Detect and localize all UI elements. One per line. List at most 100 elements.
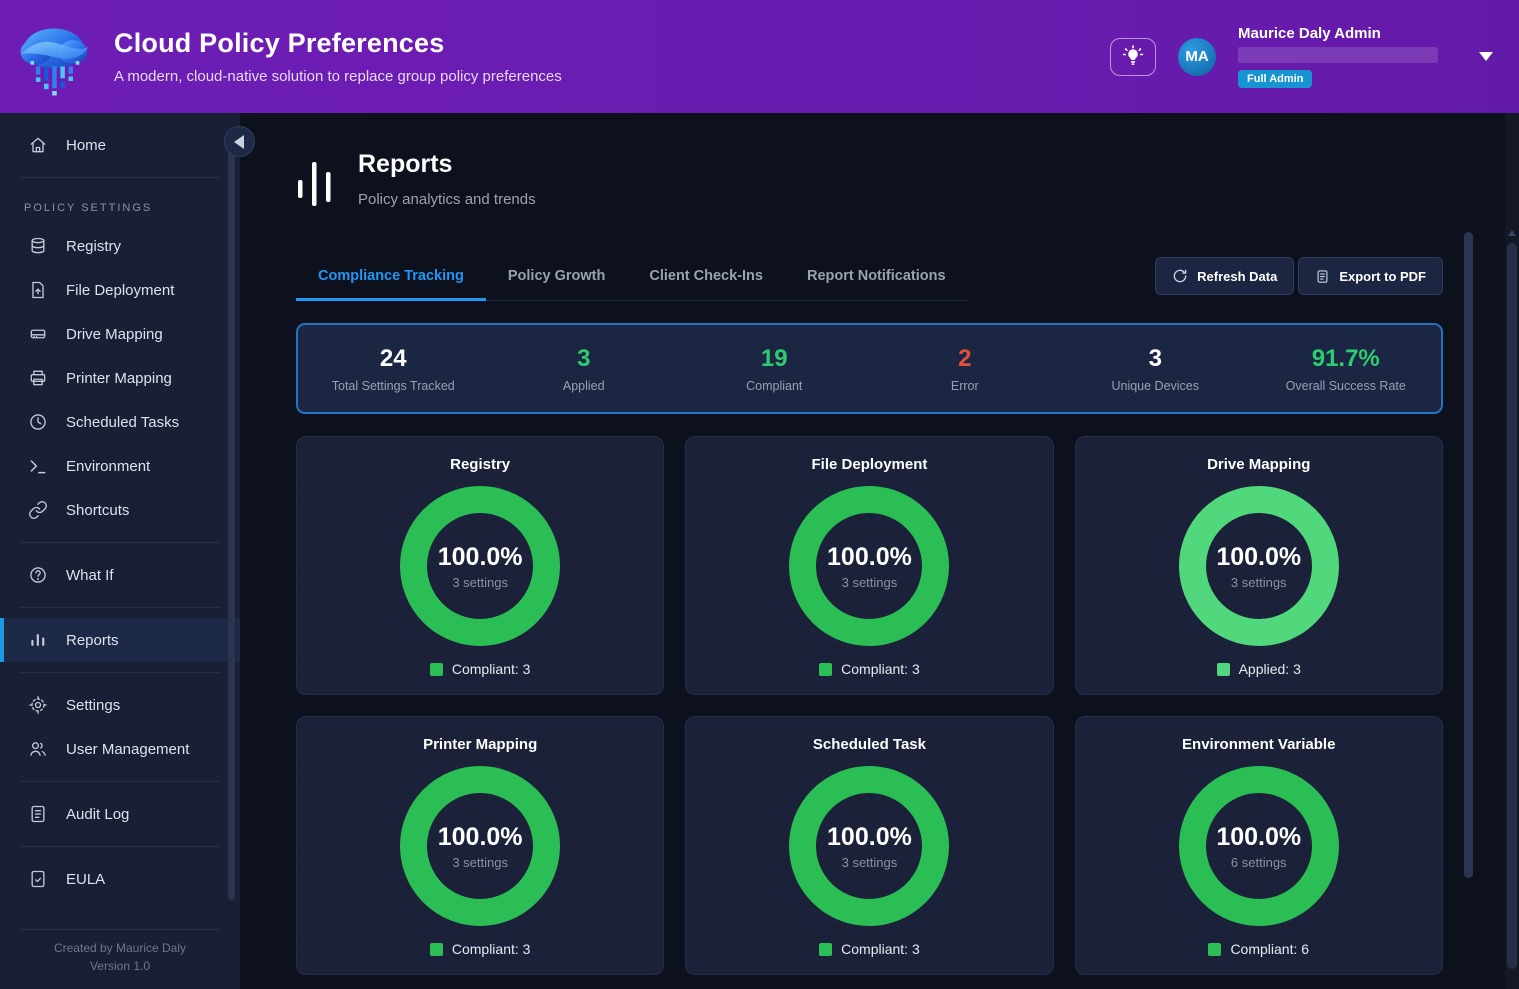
legend-swatch [430, 943, 443, 956]
sidebar-item-label: What If [66, 567, 114, 584]
card-title: Registry [450, 456, 510, 473]
tab-report-notifications[interactable]: Report Notifications [785, 258, 968, 301]
app-subtitle: A modern, cloud-native solution to repla… [114, 68, 562, 85]
divider [20, 607, 220, 608]
legend-label: Compliant: 3 [452, 661, 531, 677]
sidebar-item-scheduled-tasks[interactable]: Scheduled Tasks [0, 400, 240, 444]
sidebar-item-file-deployment[interactable]: File Deployment [0, 268, 240, 312]
sidebar-item-label: User Management [66, 741, 189, 758]
sidebar-scrollbar[interactable] [228, 152, 235, 900]
clock-icon [28, 412, 48, 432]
donut-percent: 100.0% [1216, 543, 1301, 572]
section-label-policy-settings: POLICY SETTINGS [0, 188, 240, 224]
legend-swatch [819, 663, 832, 676]
stat-total-settings: 24 Total Settings Tracked [298, 345, 489, 393]
page-header: Reports Policy analytics and trends [296, 150, 1443, 215]
sidebar: Home POLICY SETTINGS Registry File Deplo… [0, 113, 240, 989]
stat-label: Applied [489, 379, 680, 393]
legend-label: Compliant: 3 [452, 941, 531, 957]
stat-error: 2 Error [870, 345, 1061, 393]
card-scheduled-task: Scheduled Task 100.0% 3 settings Complia… [685, 716, 1053, 975]
compliance-cards-grid: Registry 100.0% 3 settings Compliant: 3 … [296, 436, 1443, 975]
sidebar-item-reports[interactable]: Reports [0, 618, 240, 662]
sidebar-item-label: Printer Mapping [66, 370, 172, 387]
main-content: Reports Policy analytics and trends Comp… [240, 113, 1505, 989]
avatar[interactable]: MA [1178, 38, 1216, 76]
sidebar-item-what-if[interactable]: What If [0, 553, 240, 597]
stat-label: Unique Devices [1060, 379, 1251, 393]
tab-compliance-tracking[interactable]: Compliance Tracking [296, 258, 486, 301]
card-legend: Applied: 3 [1217, 661, 1301, 677]
sidebar-item-label: Audit Log [66, 806, 129, 823]
sidebar-item-shortcuts[interactable]: Shortcuts [0, 488, 240, 532]
sidebar-item-settings[interactable]: Settings [0, 683, 240, 727]
refresh-icon [1172, 268, 1188, 284]
card-printer-mapping: Printer Mapping 100.0% 3 settings Compli… [296, 716, 664, 975]
stat-value: 24 [298, 345, 489, 373]
sidebar-item-label: File Deployment [66, 282, 174, 299]
refresh-data-button[interactable]: Refresh Data [1155, 257, 1294, 295]
stat-value: 91.7% [1251, 345, 1442, 373]
sidebar-item-drive-mapping[interactable]: Drive Mapping [0, 312, 240, 356]
stat-label: Error [870, 379, 1061, 393]
stat-value: 2 [870, 345, 1061, 373]
divider [20, 929, 220, 930]
user-info: Maurice Daly Admin Full Admin [1238, 25, 1453, 88]
card-file-deployment: File Deployment 100.0% 3 settings Compli… [685, 436, 1053, 695]
window-scrollbar-thumb[interactable] [1507, 243, 1517, 969]
donut-chart: 100.0% 3 settings [400, 766, 560, 926]
gear-icon [28, 695, 48, 715]
sidebar-item-environment[interactable]: Environment [0, 444, 240, 488]
theme-toggle-button[interactable] [1110, 38, 1156, 76]
donut-chart: 100.0% 3 settings [400, 486, 560, 646]
export-pdf-button[interactable]: Export to PDF [1298, 257, 1443, 295]
sidebar-item-label: Registry [66, 238, 121, 255]
donut-percent: 100.0% [1216, 823, 1301, 852]
sidebar-item-home[interactable]: Home [0, 123, 240, 167]
sidebar-item-label: Reports [66, 632, 119, 649]
window-scrollbar-track[interactable] [1505, 113, 1519, 989]
sidebar-item-printer-mapping[interactable]: Printer Mapping [0, 356, 240, 400]
divider [20, 177, 220, 178]
divider [20, 781, 220, 782]
donut-settings-count: 3 settings [452, 855, 508, 870]
sidebar-collapse-button[interactable] [224, 126, 255, 157]
card-title: File Deployment [812, 456, 928, 473]
stats-summary-bar: 24 Total Settings Tracked 3 Applied 19 C… [296, 323, 1443, 414]
user-menu-caret-icon[interactable] [1479, 52, 1493, 61]
card-title: Drive Mapping [1207, 456, 1310, 473]
donut-chart: 100.0% 3 settings [1179, 486, 1339, 646]
bar-chart-icon [28, 630, 48, 650]
export-button-label: Export to PDF [1339, 269, 1426, 284]
donut-settings-count: 6 settings [1231, 855, 1287, 870]
footer-credit: Created by Maurice Daly [0, 939, 240, 957]
lightbulb-icon [1121, 45, 1145, 69]
sidebar-item-registry[interactable]: Registry [0, 224, 240, 268]
content-scrollbar[interactable] [1464, 232, 1473, 878]
donut-settings-count: 3 settings [842, 575, 898, 590]
page-title: Reports [358, 150, 536, 179]
cloud-logo [8, 14, 100, 100]
sidebar-footer: Created by Maurice Daly Version 1.0 [0, 939, 240, 975]
sidebar-item-user-management[interactable]: User Management [0, 727, 240, 771]
sidebar-item-eula[interactable]: EULA [0, 857, 240, 901]
sidebar-item-audit-log[interactable]: Audit Log [0, 792, 240, 836]
donut-settings-count: 3 settings [452, 575, 508, 590]
file-upload-icon [28, 280, 48, 300]
tab-bar: Compliance Tracking Policy Growth Client… [296, 258, 968, 301]
stat-label: Overall Success Rate [1251, 379, 1442, 393]
stat-success-rate: 91.7% Overall Success Rate [1251, 345, 1442, 393]
legend-swatch [430, 663, 443, 676]
tab-client-check-ins[interactable]: Client Check-Ins [627, 258, 785, 301]
donut-percent: 100.0% [438, 823, 523, 852]
scrollbar-up-arrow-icon[interactable] [1508, 230, 1516, 236]
export-document-icon [1315, 269, 1330, 284]
card-environment-variable: Environment Variable 100.0% 6 settings C… [1075, 716, 1443, 975]
stat-applied: 3 Applied [489, 345, 680, 393]
legend-swatch [1217, 663, 1230, 676]
stat-value: 3 [489, 345, 680, 373]
user-subtitle-bar [1238, 47, 1438, 63]
card-title: Environment Variable [1182, 736, 1335, 753]
legend-label: Compliant: 6 [1230, 941, 1309, 957]
tab-policy-growth[interactable]: Policy Growth [486, 258, 628, 301]
